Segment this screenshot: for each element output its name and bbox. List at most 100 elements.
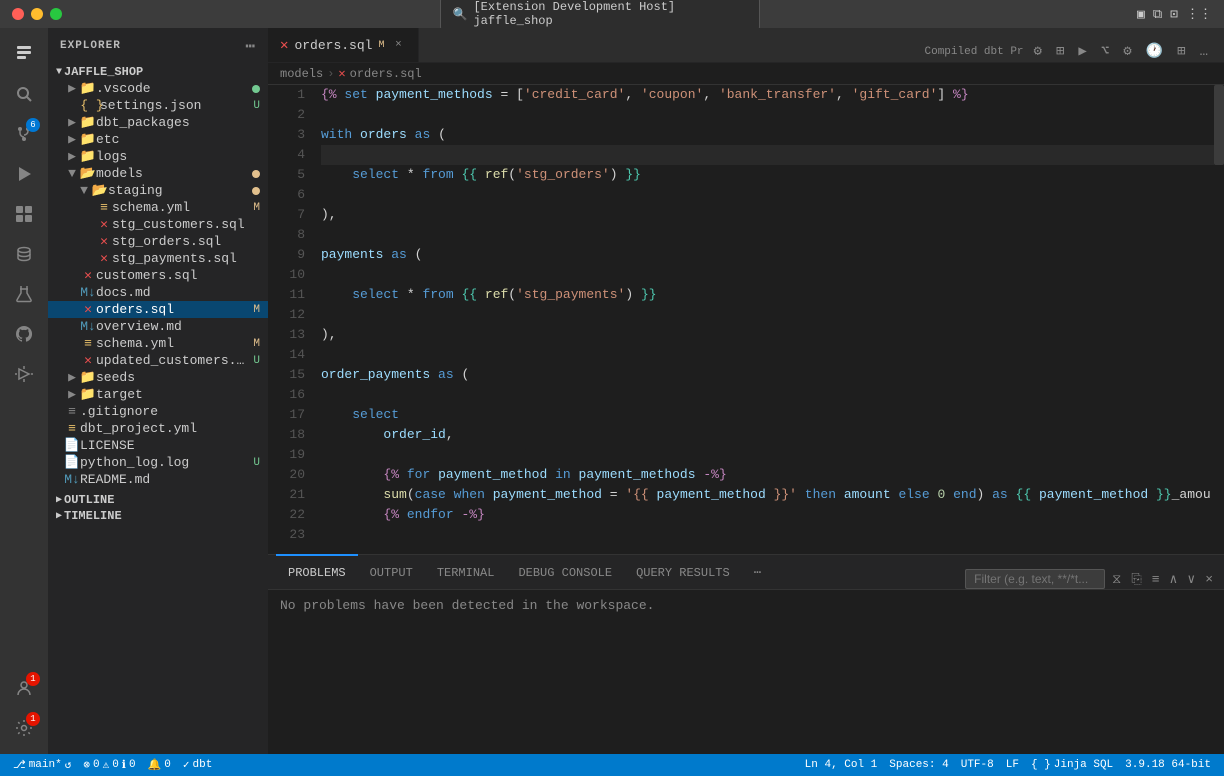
sidebar-item-outline[interactable]: ▶ OUTLINE xyxy=(48,492,268,508)
grid-icon[interactable]: ⊞ xyxy=(1173,41,1189,62)
status-python[interactable]: 3.9.18 64-bit xyxy=(1120,759,1216,771)
code-line-7: ), xyxy=(321,205,1214,225)
code-line-5: select * from {{ ref('stg_orders') }} xyxy=(321,165,1214,185)
activity-source-control[interactable]: 6 xyxy=(6,116,42,152)
code-editor[interactable]: 12345 678910 1112131415 1617181920 21222… xyxy=(268,85,1224,554)
sidebar-item-python-log[interactable]: 📄 python_log.log U xyxy=(48,454,268,471)
status-line-col[interactable]: Ln 4, Col 1 xyxy=(800,759,883,771)
sidebar-item-orders[interactable]: ✕ orders.sql M xyxy=(48,301,268,318)
filter-icon[interactable]: ⧖ xyxy=(1109,570,1124,589)
sidebar-item-updated-customers[interactable]: ✕ updated_customers... U xyxy=(48,352,268,369)
panel-close-icon[interactable]: × xyxy=(1202,570,1216,589)
sidebar-item-etc[interactable]: ▶ 📁 etc xyxy=(48,131,268,148)
panel-tab-debug[interactable]: DEBUG CONSOLE xyxy=(506,554,624,589)
tab-orders-sql[interactable]: ✕ orders.sql M × xyxy=(268,28,419,62)
activity-account[interactable]: 1 xyxy=(6,670,42,706)
panel: PROBLEMS OUTPUT TERMINAL DEBUG CONSOLE Q… xyxy=(268,554,1224,754)
line-ending-text: LF xyxy=(1006,759,1019,771)
minimap-thumb[interactable] xyxy=(1214,85,1224,165)
activity-flask[interactable] xyxy=(6,276,42,312)
sidebar-item-timeline[interactable]: ▶ TIMELINE xyxy=(48,508,268,524)
stg-orders-label: stg_orders.sql xyxy=(112,234,268,249)
compiled-dbt-label: Compiled dbt Pr xyxy=(925,46,1024,58)
status-errors[interactable]: ⊗ 0 ⚠ 0 ℹ 0 xyxy=(78,758,140,772)
filter-input[interactable] xyxy=(965,569,1105,589)
yaml-icon: ≡ xyxy=(80,336,96,351)
sidebar-item-dbt-project[interactable]: ≡ dbt_project.yml xyxy=(48,420,268,437)
sidebar-item-logs[interactable]: ▶ 📁 logs xyxy=(48,148,268,165)
folder-icon: 📁 xyxy=(80,115,96,130)
status-encoding[interactable]: UTF-8 xyxy=(956,759,999,771)
sidebar-more-icon[interactable]: ⋯ xyxy=(245,36,256,56)
sidebar-item-vscode[interactable]: ▶ 📁 .vscode xyxy=(48,80,268,97)
more2-icon[interactable]: … xyxy=(1196,42,1212,62)
split-icon[interactable]: ⧉ xyxy=(1153,7,1162,22)
activity-explorer[interactable] xyxy=(6,36,42,72)
sidebar-item-schema-yml[interactable]: ≡ schema.yml M xyxy=(48,199,268,216)
sidebar-item-stg-customers[interactable]: ✕ stg_customers.sql xyxy=(48,216,268,233)
activity-github[interactable] xyxy=(6,316,42,352)
search-bar[interactable]: 🔍 [Extension Development Host] jaffle_sh… xyxy=(440,0,760,31)
json-icon: { } xyxy=(84,98,100,113)
chevron-up-icon[interactable]: ∧ xyxy=(1167,570,1181,589)
stg-customers-label: stg_customers.sql xyxy=(112,217,268,232)
panel-tab-terminal[interactable]: TERMINAL xyxy=(425,554,507,589)
sidebar: EXPLORER ⋯ ▼ JAFFLE_SHOP ▶ 📁 .vscode { }… xyxy=(48,28,268,754)
code-line-14 xyxy=(321,345,1214,365)
vscode-label: .vscode xyxy=(96,81,252,96)
sidebar-title: EXPLORER xyxy=(60,40,121,52)
sidebar-item-overview[interactable]: M↓ overview.md xyxy=(48,318,268,335)
expand-icon[interactable]: ⊡ xyxy=(1170,7,1178,22)
activity-dbt[interactable] xyxy=(6,356,42,392)
chevron-down-icon[interactable]: ∨ xyxy=(1184,570,1198,589)
list-icon[interactable]: ≡ xyxy=(1149,570,1163,589)
status-branch[interactable]: ⎇ main* ↺ xyxy=(8,758,76,772)
activity-run[interactable] xyxy=(6,156,42,192)
panel-tab-output[interactable]: OUTPUT xyxy=(358,554,425,589)
breadcrumb-models[interactable]: models xyxy=(280,67,323,81)
panel-more-button[interactable]: ⋯ xyxy=(742,554,773,589)
sidebar-item-target[interactable]: ▶ 📁 target xyxy=(48,386,268,403)
activity-settings[interactable]: 1 xyxy=(6,710,42,746)
sidebar-item-dbt-packages[interactable]: ▶ 📁 dbt_packages xyxy=(48,114,268,131)
format-icon[interactable]: ⌥ xyxy=(1097,41,1113,62)
panel-tab-problems[interactable]: PROBLEMS xyxy=(276,554,358,589)
sidebar-item-stg-orders[interactable]: ✕ stg_orders.sql xyxy=(48,233,268,250)
sidebar-item-docs[interactable]: M↓ docs.md xyxy=(48,284,268,301)
breadcrumb-file[interactable]: orders.sql xyxy=(350,67,422,81)
sidebar-item-root[interactable]: ▼ JAFFLE_SHOP xyxy=(48,64,268,80)
copy-icon[interactable]: ⎘ xyxy=(1128,570,1144,589)
check-icon: ✓ xyxy=(183,758,190,772)
tab-close-button[interactable]: × xyxy=(390,37,406,53)
minimize-button[interactable] xyxy=(31,8,43,20)
activity-search[interactable] xyxy=(6,76,42,112)
sidebar-item-customers[interactable]: ✕ customers.sql xyxy=(48,267,268,284)
sidebar-item-readme[interactable]: M↓ README.md xyxy=(48,471,268,488)
panel-tab-query[interactable]: QUERY RESULTS xyxy=(624,554,742,589)
settings2-icon[interactable]: ⚙ xyxy=(1119,41,1135,62)
layout-icon[interactable]: ▣ xyxy=(1137,7,1145,22)
activity-database[interactable] xyxy=(6,236,42,272)
sidebar-item-staging[interactable]: ▼ 📂 staging xyxy=(48,182,268,199)
more-icon[interactable]: ⋮⋮ xyxy=(1186,7,1212,22)
sidebar-item-settings-json[interactable]: { } settings.json U xyxy=(48,97,268,114)
sidebar-item-license[interactable]: 📄 LICENSE xyxy=(48,437,268,454)
status-spaces[interactable]: Spaces: 4 xyxy=(884,759,953,771)
maximize-button[interactable] xyxy=(50,8,62,20)
sidebar-item-seeds[interactable]: ▶ 📁 seeds xyxy=(48,369,268,386)
status-notifications[interactable]: 🔔 0 xyxy=(143,758,176,772)
sidebar-item-stg-payments[interactable]: ✕ stg_payments.sql xyxy=(48,250,268,267)
activity-extensions[interactable] xyxy=(6,196,42,232)
play-icon[interactable]: ▶ xyxy=(1074,41,1090,62)
preview-icon[interactable]: ⊞ xyxy=(1052,41,1068,62)
sidebar-item-models[interactable]: ▼ 📂 models xyxy=(48,165,268,182)
close-button[interactable] xyxy=(12,8,24,20)
clock-icon[interactable]: 🕐 xyxy=(1142,41,1167,62)
code-text[interactable]: {% set payment_methods = ['credit_card',… xyxy=(313,85,1214,554)
sidebar-item-schema-yml2[interactable]: ≡ schema.yml M xyxy=(48,335,268,352)
status-language[interactable]: { } Jinja SQL xyxy=(1026,759,1118,771)
debug-icon[interactable]: ⚙ xyxy=(1030,41,1046,62)
sidebar-item-gitignore[interactable]: ≡ .gitignore xyxy=(48,403,268,420)
status-dbt[interactable]: ✓ dbt xyxy=(178,758,217,772)
status-line-ending[interactable]: LF xyxy=(1001,759,1024,771)
